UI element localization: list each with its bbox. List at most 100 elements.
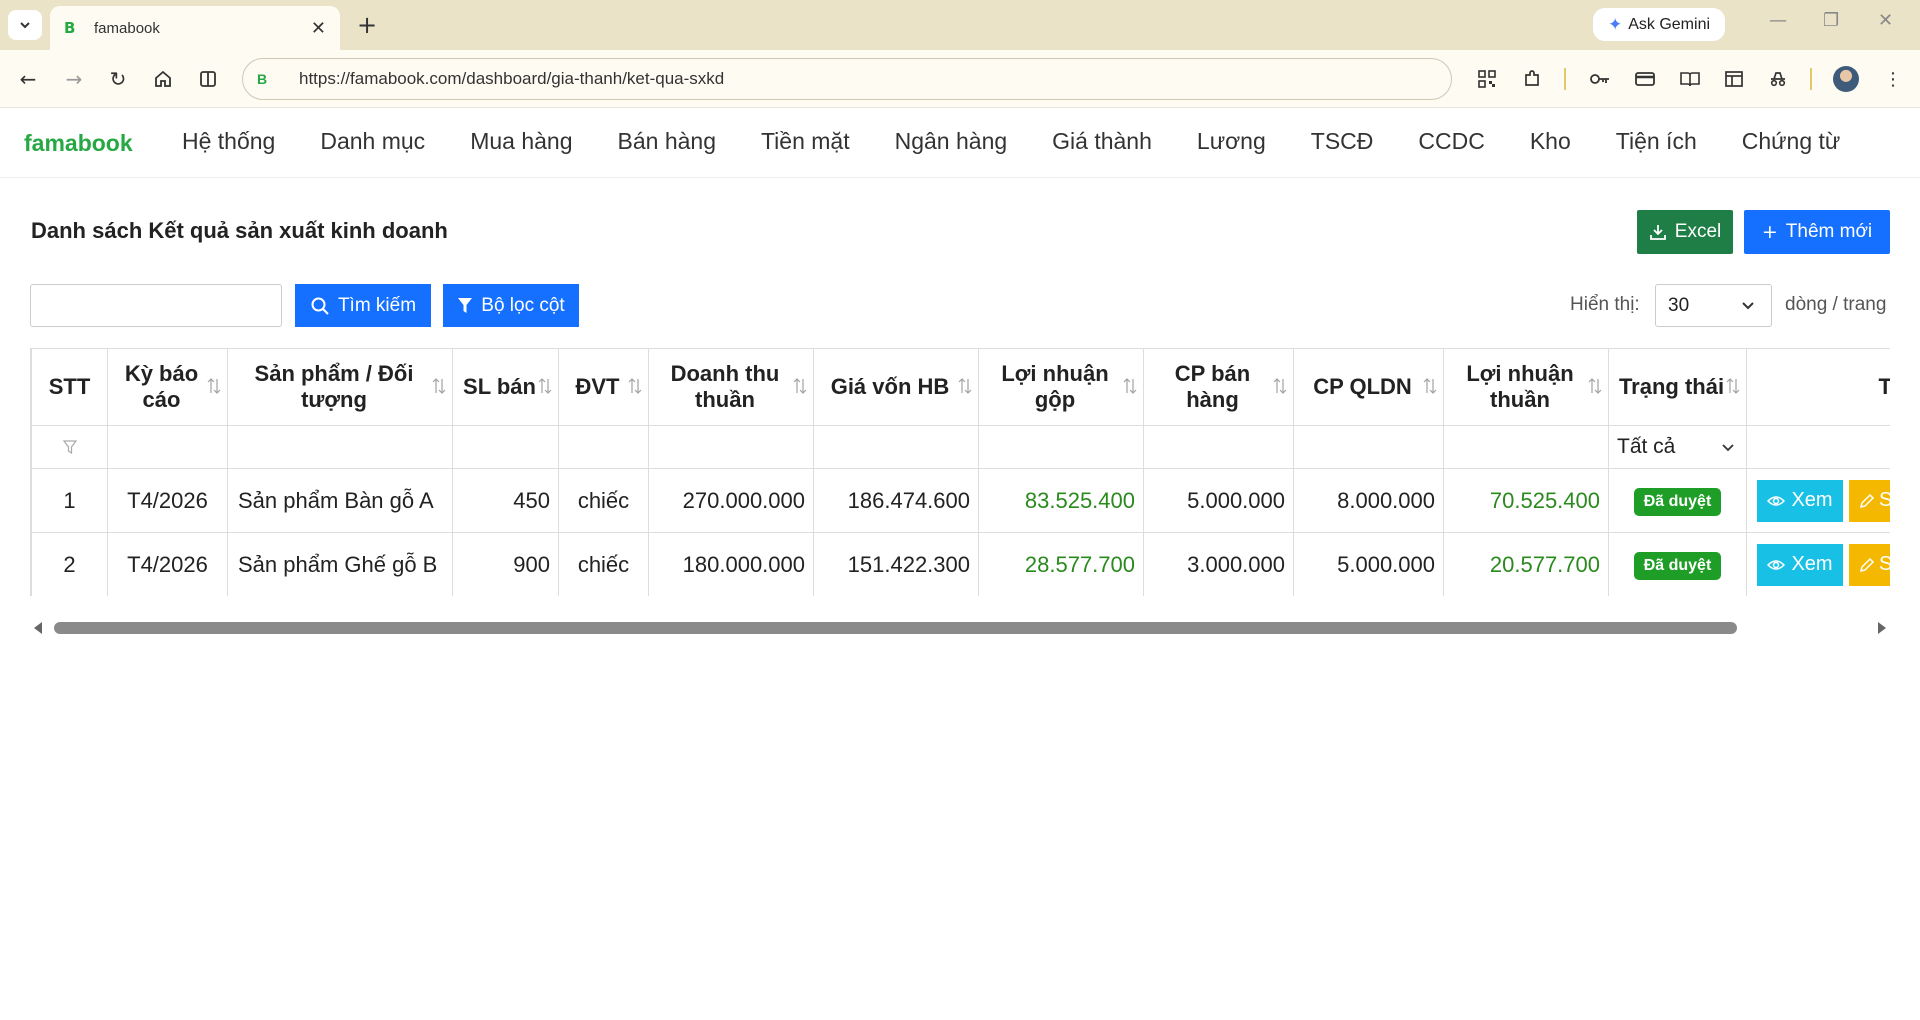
- address-bar[interactable]: B https://famabook.com/dashboard/gia-tha…: [242, 58, 1452, 100]
- menu-item-mua-hang[interactable]: Mua hàng: [470, 128, 572, 155]
- back-icon[interactable]: ←: [14, 65, 42, 93]
- add-new-label: Thêm mới: [1785, 221, 1873, 242]
- col-header-cp-ban-hang[interactable]: CP bán hàng: [1143, 348, 1294, 426]
- col-header-loi-nhuan-gop[interactable]: Lợi nhuận gộp: [978, 348, 1144, 426]
- status-filter-select[interactable]: Tất cả: [1609, 435, 1746, 459]
- sort-icon[interactable]: [1273, 376, 1287, 396]
- search-icon: [311, 297, 329, 315]
- home-icon[interactable]: [149, 65, 177, 93]
- profile-avatar[interactable]: [1833, 66, 1859, 92]
- scrollbar-thumb[interactable]: [54, 622, 1737, 634]
- view-button[interactable]: Xem: [1757, 543, 1843, 586]
- cell-stt: 2: [31, 532, 108, 596]
- payment-card-icon[interactable]: [1632, 66, 1658, 92]
- scroll-right-arrow[interactable]: [1878, 622, 1886, 634]
- more-menu-icon[interactable]: ⋮: [1880, 66, 1906, 92]
- ask-gemini-button[interactable]: ✦ Ask Gemini: [1593, 8, 1725, 41]
- qr-code-icon[interactable]: [1474, 66, 1500, 92]
- col-header-ky-bao-cao[interactable]: Kỳ báo cáo: [107, 348, 228, 426]
- incognito-icon[interactable]: [1765, 66, 1791, 92]
- sort-icon[interactable]: [1423, 376, 1437, 396]
- sort-icon[interactable]: [538, 376, 552, 396]
- menu-item-tscd[interactable]: TSCĐ: [1311, 128, 1374, 155]
- menu-item-luong[interactable]: Lương: [1197, 128, 1266, 155]
- menu-item-tien-mat[interactable]: Tiền mặt: [761, 128, 850, 155]
- filter-cell[interactable]: [452, 425, 559, 469]
- menu-item-he-thong[interactable]: Hệ thống: [182, 128, 275, 155]
- menu-item-danh-muc[interactable]: Danh mục: [320, 128, 425, 155]
- filter-cell[interactable]: [227, 425, 453, 469]
- filter-cell[interactable]: [813, 425, 979, 469]
- menu-item-ban-hang[interactable]: Bán hàng: [618, 128, 716, 155]
- tab-search-button[interactable]: [8, 10, 42, 40]
- col-header-sl-ban[interactable]: SL bán: [452, 348, 559, 426]
- filter-cell[interactable]: [978, 425, 1144, 469]
- table-row[interactable]: 1 T4/2026 Sản phẩm Bàn gỗ A 450 chiếc 27…: [31, 468, 1890, 533]
- tab-layout-icon[interactable]: [1721, 66, 1747, 92]
- cell-actions: Xem S: [1746, 532, 1890, 596]
- url-text[interactable]: https://famabook.com/dashboard/gia-thanh…: [299, 69, 724, 89]
- menu-item-chung-tu[interactable]: Chứng từ: [1742, 128, 1841, 155]
- forward-icon[interactable]: →: [60, 65, 88, 93]
- filter-cell[interactable]: [107, 425, 228, 469]
- filter-cell[interactable]: [1443, 425, 1609, 469]
- sort-icon[interactable]: [1726, 376, 1740, 396]
- filter-cell[interactable]: [648, 425, 814, 469]
- excel-export-button[interactable]: Excel: [1637, 210, 1733, 254]
- menu-item-ngan-hang[interactable]: Ngân hàng: [895, 128, 1008, 155]
- toolbar-separator: [1564, 68, 1566, 90]
- pencil-icon: [1859, 493, 1875, 508]
- view-button[interactable]: Xem: [1757, 479, 1843, 522]
- add-new-button[interactable]: + Thêm mới: [1744, 210, 1890, 254]
- menu-item-tien-ich[interactable]: Tiện ích: [1616, 128, 1697, 155]
- app-navbar: famabook Hệ thống Danh mục Mua hàng Bán …: [0, 108, 1920, 178]
- menu-item-ccdc[interactable]: CCDC: [1418, 128, 1484, 155]
- col-header-doanh-thu[interactable]: Doanh thu thuần: [648, 348, 814, 426]
- menu-item-gia-thanh[interactable]: Giá thành: [1052, 128, 1152, 155]
- sort-icon[interactable]: [432, 376, 446, 396]
- page-size-select[interactable]: 30: [1655, 284, 1772, 327]
- brand-logo[interactable]: famabook: [24, 130, 133, 157]
- split-view-icon[interactable]: [194, 65, 222, 93]
- edit-button[interactable]: S: [1849, 479, 1890, 522]
- col-header-cp-qldn[interactable]: CP QLDN: [1293, 348, 1444, 426]
- sort-icon[interactable]: [1123, 376, 1137, 396]
- reading-mode-icon[interactable]: [1677, 66, 1703, 92]
- minimize-icon[interactable]: —: [1769, 10, 1787, 31]
- col-header-gia-von[interactable]: Giá vốn HB: [813, 348, 979, 426]
- tab-title: famabook: [94, 19, 160, 37]
- table-header-row: STT Kỳ báo cáo Sản phẩm / Đối tượng SL b…: [31, 348, 1890, 426]
- extensions-icon[interactable]: [1519, 66, 1545, 92]
- filter-cell[interactable]: [558, 425, 649, 469]
- search-button[interactable]: Tìm kiếm: [295, 284, 431, 327]
- table-row[interactable]: 2 T4/2026 Sản phẩm Ghế gỗ B 900 chiếc 18…: [31, 532, 1890, 596]
- filter-cell[interactable]: [1293, 425, 1444, 469]
- sort-icon[interactable]: [628, 376, 642, 396]
- status-filter-value: Tất cả: [1617, 435, 1676, 458]
- menu-item-kho[interactable]: Kho: [1530, 128, 1571, 155]
- close-window-icon[interactable]: ✕: [1878, 10, 1893, 31]
- new-tab-button[interactable]: +: [352, 10, 382, 40]
- browser-tab-active[interactable]: B famabook ✕: [50, 6, 340, 50]
- sort-icon[interactable]: [1588, 376, 1602, 396]
- col-header-san-pham[interactable]: Sản phẩm / Đối tượng: [227, 348, 453, 426]
- status-filter-cell[interactable]: Tất cả: [1608, 425, 1747, 469]
- reload-icon[interactable]: ↻: [104, 65, 132, 93]
- sort-icon[interactable]: [207, 376, 221, 396]
- column-filter-button[interactable]: Bộ lọc cột: [443, 284, 579, 327]
- restore-icon[interactable]: ❐: [1823, 10, 1839, 31]
- scroll-left-arrow[interactable]: [34, 622, 42, 634]
- results-table-container: STT Kỳ báo cáo Sản phẩm / Đối tượng SL b…: [30, 348, 1890, 596]
- sort-icon[interactable]: [793, 376, 807, 396]
- col-header-loi-nhuan-thuan[interactable]: Lợi nhuận thuần: [1443, 348, 1609, 426]
- sort-icon[interactable]: [958, 376, 972, 396]
- filter-icon[interactable]: [62, 440, 77, 455]
- edit-button[interactable]: S: [1849, 543, 1890, 586]
- table-horizontal-scrollbar[interactable]: [30, 618, 1890, 640]
- search-input[interactable]: [30, 284, 282, 327]
- password-key-icon[interactable]: [1587, 66, 1613, 92]
- col-header-dvt[interactable]: ĐVT: [558, 348, 649, 426]
- col-header-trang-thai[interactable]: Trạng thái: [1608, 348, 1747, 426]
- filter-cell[interactable]: [1143, 425, 1294, 469]
- close-tab-icon[interactable]: ✕: [311, 18, 326, 39]
